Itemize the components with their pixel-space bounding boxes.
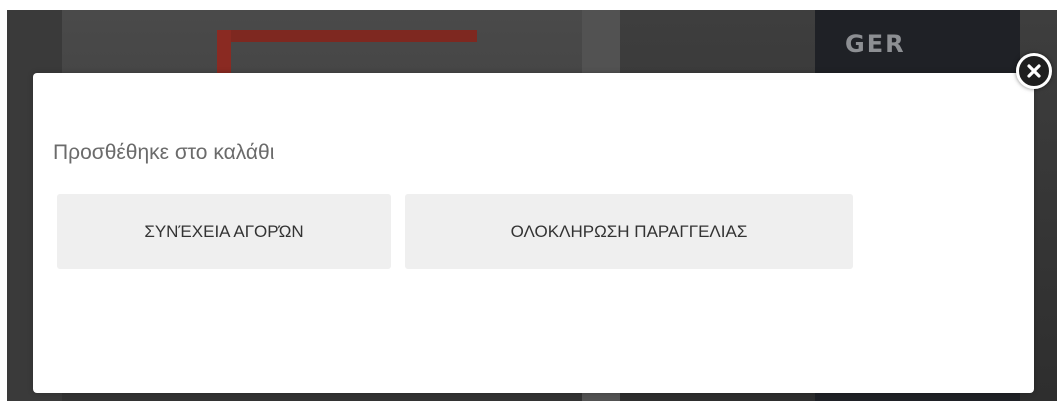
close-icon	[1027, 64, 1041, 78]
checkout-button[interactable]: ΟΛΟΚΛΗΡΩΣΗ ΠΑΡΑΓΓΕΛΙΑΣ	[405, 194, 853, 269]
continue-shopping-button[interactable]: ΣΥΝΈΧΕΙΑ ΑΓΟΡΏΝ	[57, 194, 391, 269]
background-pipe-horizontal	[217, 30, 477, 42]
modal-title: Προσθέθηκε στο καλάθι	[53, 141, 275, 164]
added-to-cart-modal: Προσθέθηκε στο καλάθι ΣΥΝΈΧΕΙΑ ΑΓΟΡΏΝ ΟΛ…	[33, 73, 1034, 393]
page-stage: GER Προσθέθηκε στο καλάθι ΣΥΝΈΧΕΙΑ ΑΓΟΡΏ…	[0, 0, 1057, 401]
background-apron-logo: GER	[845, 30, 906, 58]
modal-close-button[interactable]	[1016, 53, 1052, 89]
